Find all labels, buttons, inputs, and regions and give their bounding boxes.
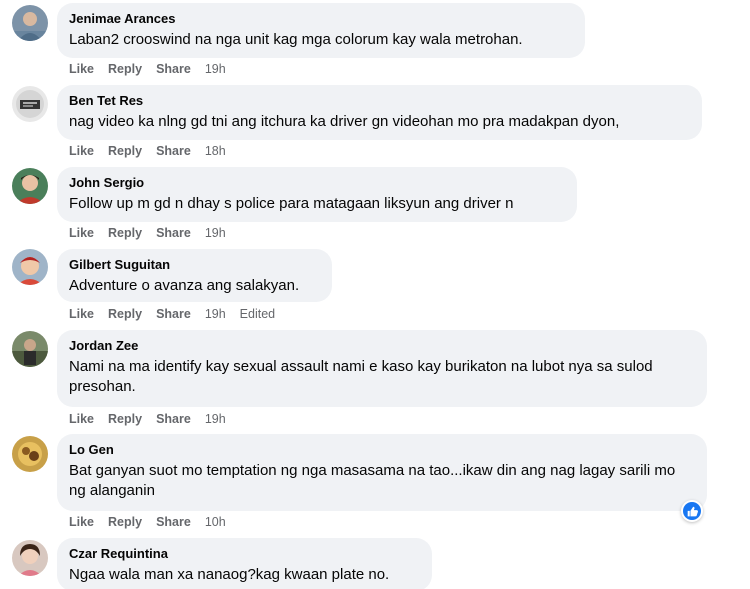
- reply-button[interactable]: Reply: [108, 514, 142, 530]
- comment-bubble: Czar Requintina Ngaa wala man xa nanaog?…: [57, 538, 432, 589]
- like-button[interactable]: Like: [69, 143, 94, 159]
- comment-actions: Like Reply Share 19h: [69, 225, 240, 241]
- comment-bubble: Jordan Zee Nami na ma identify kay sexua…: [57, 330, 707, 407]
- avatar[interactable]: [12, 436, 48, 472]
- comment-text: Laban2 crooswind na nga unit kag mga col…: [69, 31, 523, 48]
- comment-text: Bat ganyan suot mo temptation ng nga mas…: [69, 462, 676, 499]
- avatar[interactable]: [12, 5, 48, 41]
- share-button[interactable]: Share: [156, 61, 191, 77]
- reply-button[interactable]: Reply: [108, 306, 142, 322]
- avatar[interactable]: [12, 168, 48, 204]
- comment-author[interactable]: John Sergio: [69, 174, 565, 191]
- comment-timestamp[interactable]: 10h: [205, 514, 226, 530]
- reply-button[interactable]: Reply: [108, 411, 142, 427]
- share-button[interactable]: Share: [156, 514, 191, 530]
- comment-bubble: Jenimae Arances Laban2 crooswind na nga …: [57, 3, 585, 58]
- comment-timestamp[interactable]: 19h: [205, 411, 226, 427]
- comment-actions: Like Reply Share 19h Edited: [69, 306, 275, 322]
- reply-button[interactable]: Reply: [108, 225, 142, 241]
- comment-text: Ngaa wala man xa nanaog?kag kwaan plate …: [69, 566, 390, 583]
- like-button[interactable]: Like: [69, 225, 94, 241]
- like-button[interactable]: Like: [69, 61, 94, 77]
- avatar[interactable]: [12, 331, 48, 367]
- reply-button[interactable]: Reply: [108, 61, 142, 77]
- comment-author[interactable]: Gilbert Suguitan: [69, 256, 320, 273]
- comment-actions: Like Reply Share 19h: [69, 61, 240, 77]
- like-button[interactable]: Like: [69, 411, 94, 427]
- comment-timestamp[interactable]: 19h: [205, 306, 226, 322]
- comment-author[interactable]: Jenimae Arances: [69, 10, 573, 27]
- comment-bubble: Ben Tet Res nag video ka nlng gd tni ang…: [57, 85, 702, 140]
- share-button[interactable]: Share: [156, 411, 191, 427]
- comment-bubble: Lo Gen Bat ganyan suot mo temptation ng …: [57, 434, 707, 511]
- avatar[interactable]: [12, 540, 48, 576]
- comment-bubble: John Sergio Follow up m gd n dhay s poli…: [57, 167, 577, 222]
- comment-author[interactable]: Ben Tet Res: [69, 92, 690, 109]
- comment-actions: Like Reply Share 18h: [69, 143, 240, 159]
- comment-timestamp[interactable]: 19h: [205, 61, 226, 77]
- comment-timestamp[interactable]: 19h: [205, 225, 226, 241]
- like-button[interactable]: Like: [69, 306, 94, 322]
- comment-text: Adventure o avanza ang salakyan.: [69, 277, 300, 294]
- share-button[interactable]: Share: [156, 306, 191, 322]
- avatar[interactable]: [12, 86, 48, 122]
- avatar[interactable]: [12, 249, 48, 285]
- comment-bubble: Gilbert Suguitan Adventure o avanza ang …: [57, 249, 332, 302]
- share-button[interactable]: Share: [156, 225, 191, 241]
- comment-actions: Like Reply Share 19h: [69, 411, 240, 427]
- share-button[interactable]: Share: [156, 143, 191, 159]
- comment-timestamp[interactable]: 18h: [205, 143, 226, 159]
- comment-text: Follow up m gd n dhay s police para mata…: [69, 195, 514, 212]
- comment-author[interactable]: Lo Gen: [69, 441, 695, 458]
- comment-text: nag video ka nlng gd tni ang itchura ka …: [69, 113, 620, 130]
- comment-author[interactable]: Jordan Zee: [69, 337, 695, 354]
- like-button[interactable]: Like: [69, 514, 94, 530]
- reaction-badge[interactable]: [681, 500, 703, 522]
- comment-actions: Like Reply Share 10h: [69, 514, 240, 530]
- comment-text: Nami na ma identify kay sexual assault n…: [69, 358, 653, 395]
- comment-author[interactable]: Czar Requintina: [69, 545, 420, 562]
- like-reaction-icon: [687, 506, 698, 516]
- reply-button[interactable]: Reply: [108, 143, 142, 159]
- edited-label[interactable]: Edited: [240, 306, 275, 322]
